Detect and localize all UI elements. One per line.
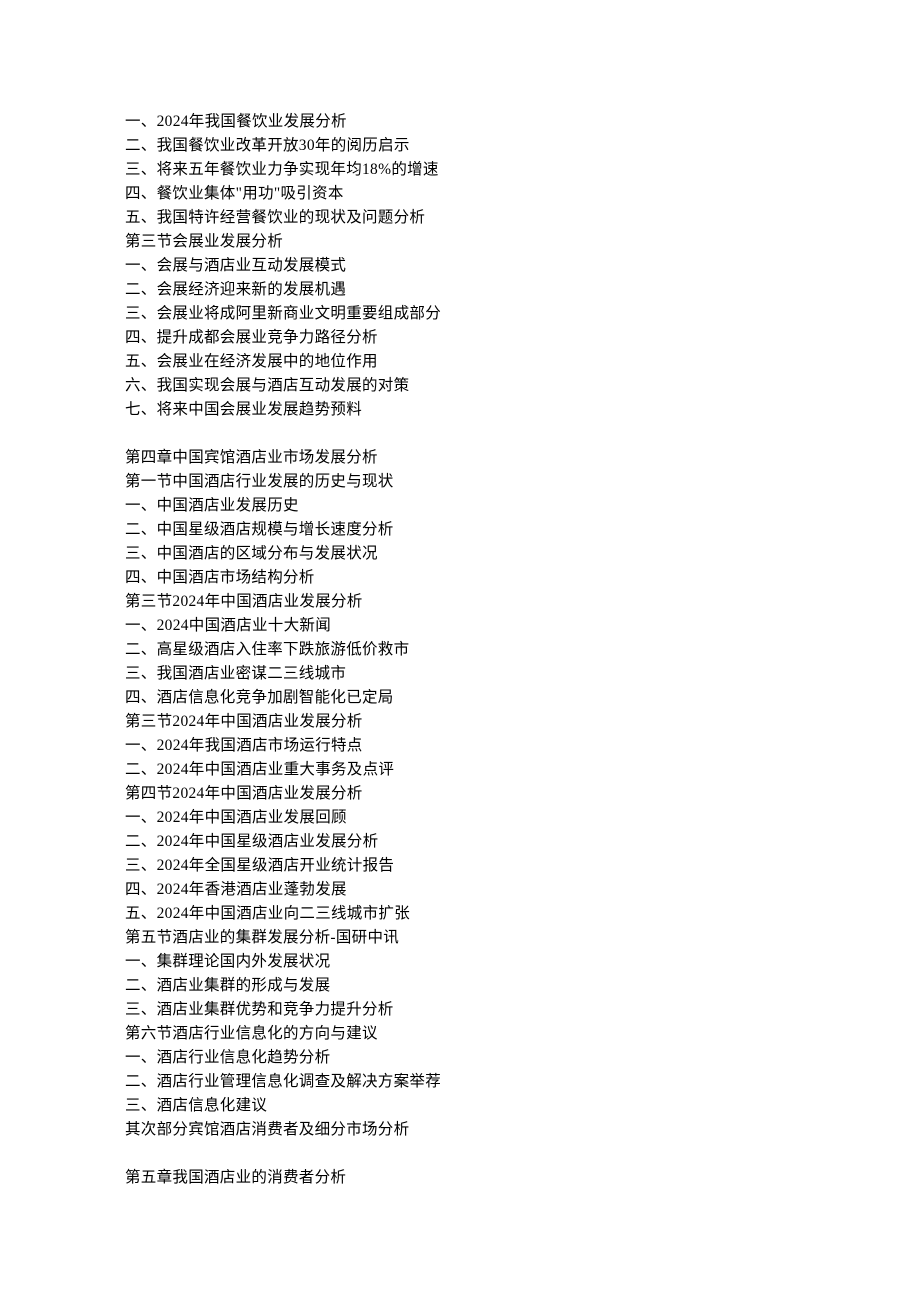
toc-line: 三、酒店信息化建议 [125,1094,795,1118]
toc-line: 四、餐饮业集体"用功"吸引资本 [125,182,795,206]
toc-line: 第三节2024年中国酒店业发展分析 [125,710,795,734]
toc-line: 一、2024年我国酒店市场运行特点 [125,734,795,758]
toc-line: 三、将来五年餐饮业力争实现年均18%的增速 [125,158,795,182]
toc-line: 一、2024中国酒店业十大新闻 [125,614,795,638]
toc-line: 第五章我国酒店业的消费者分析 [125,1166,795,1190]
toc-line: 第三节会展业发展分析 [125,230,795,254]
toc-line: 三、2024年全国星级酒店开业统计报告 [125,854,795,878]
toc-line: 五、会展业在经济发展中的地位作用 [125,350,795,374]
toc-line: 第四章中国宾馆酒店业市场发展分析 [125,446,795,470]
toc-line: 一、集群理论国内外发展状况 [125,950,795,974]
toc-line: 二、中国星级酒店规模与增长速度分析 [125,518,795,542]
toc-line: 五、我国特许经营餐饮业的现状及问题分析 [125,206,795,230]
toc-line: 四、中国酒店市场结构分析 [125,566,795,590]
toc-line: 一、会展与酒店业互动发展模式 [125,254,795,278]
blank-line [125,422,795,446]
toc-line: 第五节酒店业的集群发展分析-国研中讯 [125,926,795,950]
document-page: 一、2024年我国餐饮业发展分析二、我国餐饮业改革开放30年的阅历启示三、将来五… [0,0,920,1290]
toc-line: 一、酒店行业信息化趋势分析 [125,1046,795,1070]
toc-line: 七、将来中国会展业发展趋势预料 [125,398,795,422]
toc-line: 二、酒店行业管理信息化调查及解决方案举荐 [125,1070,795,1094]
toc-line: 第一节中国酒店行业发展的历史与现状 [125,470,795,494]
toc-line: 一、2024年我国餐饮业发展分析 [125,110,795,134]
toc-line: 四、提升成都会展业竞争力路径分析 [125,326,795,350]
toc-line: 四、酒店信息化竞争加剧智能化已定局 [125,686,795,710]
toc-line: 二、高星级酒店入住率下跌旅游低价救市 [125,638,795,662]
toc-line: 第六节酒店行业信息化的方向与建议 [125,1022,795,1046]
toc-line: 三、中国酒店的区域分布与发展状况 [125,542,795,566]
toc-line: 其次部分宾馆酒店消费者及细分市场分析 [125,1118,795,1142]
toc-line: 二、2024年中国酒店业重大事务及点评 [125,758,795,782]
toc-line: 五、2024年中国酒店业向二三线城市扩张 [125,902,795,926]
toc-line: 三、会展业将成阿里新商业文明重要组成部分 [125,302,795,326]
toc-line: 二、会展经济迎来新的发展机遇 [125,278,795,302]
toc-line: 一、中国酒店业发展历史 [125,494,795,518]
toc-line: 二、2024年中国星级酒店业发展分析 [125,830,795,854]
toc-line: 二、酒店业集群的形成与发展 [125,974,795,998]
toc-line: 四、2024年香港酒店业蓬勃发展 [125,878,795,902]
toc-line: 一、2024年中国酒店业发展回顾 [125,806,795,830]
toc-line: 第三节2024年中国酒店业发展分析 [125,590,795,614]
toc-line: 三、酒店业集群优势和竞争力提升分析 [125,998,795,1022]
toc-line: 二、我国餐饮业改革开放30年的阅历启示 [125,134,795,158]
content-block: 一、2024年我国餐饮业发展分析二、我国餐饮业改革开放30年的阅历启示三、将来五… [125,110,795,1190]
toc-line: 三、我国酒店业密谋二三线城市 [125,662,795,686]
blank-line [125,1142,795,1166]
toc-line: 第四节2024年中国酒店业发展分析 [125,782,795,806]
toc-line: 六、我国实现会展与酒店互动发展的对策 [125,374,795,398]
